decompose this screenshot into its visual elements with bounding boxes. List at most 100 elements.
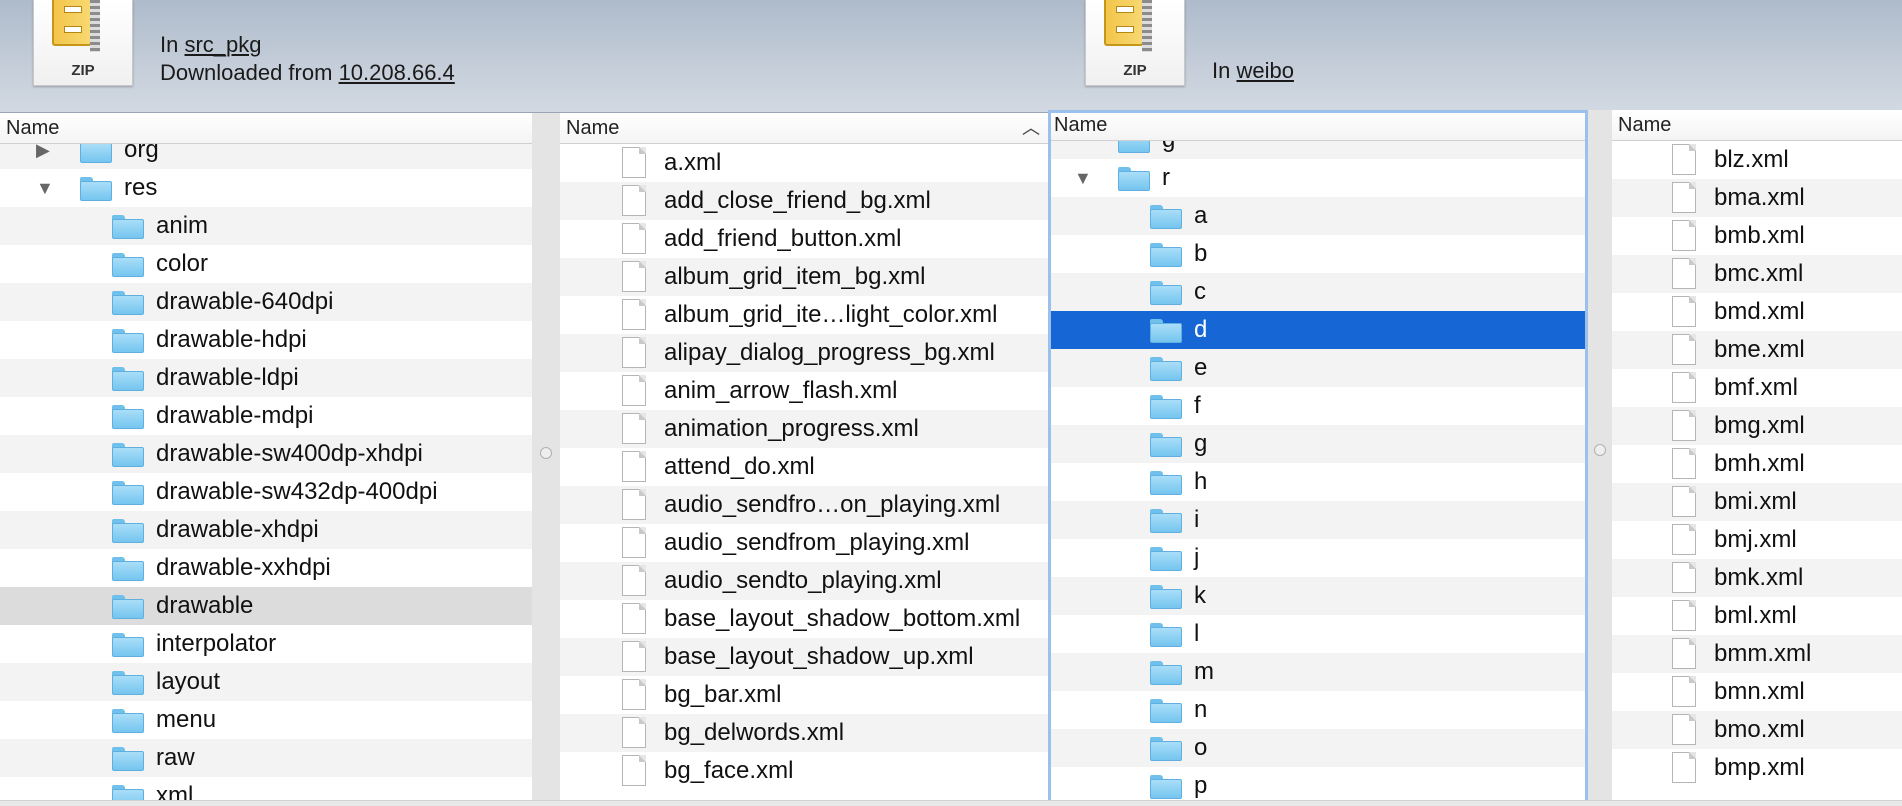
file-row[interactable]: bg_face.xml: [560, 752, 1048, 790]
tree-row-c[interactable]: c: [1048, 273, 1588, 311]
tree-row-m[interactable]: m: [1048, 653, 1588, 691]
tree-row-l[interactable]: l: [1048, 615, 1588, 653]
column-header-name[interactable]: Name: [1612, 110, 1902, 141]
tree-row-g[interactable]: g: [1048, 425, 1588, 463]
tree-row-n[interactable]: n: [1048, 691, 1588, 729]
column-header-name[interactable]: Name: [0, 113, 532, 144]
file-row[interactable]: bme.xml: [1612, 331, 1902, 369]
document-icon: [622, 717, 646, 748]
tree-row-j[interactable]: j: [1048, 539, 1588, 577]
disclosure-triangle-icon[interactable]: ▼: [36, 169, 54, 207]
folder-tree-pane[interactable]: Name ▶ org ▼ res anim color drawable-640dpi dra…: [0, 113, 532, 806]
file-row[interactable]: bmn.xml: [1612, 673, 1902, 711]
file-row[interactable]: bma.xml: [1612, 179, 1902, 217]
tree-row-b[interactable]: b: [1048, 235, 1588, 273]
file-row[interactable]: audio_sendfrom_playing.xml: [560, 524, 1048, 562]
file-row[interactable]: a.xml: [560, 144, 1048, 182]
file-row[interactable]: alipay_dialog_progress_bg.xml: [560, 334, 1048, 372]
file-row[interactable]: bg_bar.xml: [560, 676, 1048, 714]
column-header-name[interactable]: Name ︿: [560, 113, 1048, 144]
file-row[interactable]: bml.xml: [1612, 597, 1902, 635]
file-row[interactable]: audio_sendto_playing.xml: [560, 562, 1048, 600]
tree-row-org[interactable]: ▶ org: [0, 144, 532, 169]
split-divider[interactable]: [532, 113, 560, 806]
tree-row-f[interactable]: f: [1048, 387, 1588, 425]
tree-row-drawable-sw432dp-400dpi[interactable]: drawable-sw432dp-400dpi: [0, 473, 532, 511]
file-row[interactable]: attend_do.xml: [560, 448, 1048, 486]
file-row[interactable]: bmi.xml: [1612, 483, 1902, 521]
file-name: bg_bar.xml: [664, 681, 782, 708]
file-row[interactable]: bmg.xml: [1612, 407, 1902, 445]
tree-row-g[interactable]: g: [1048, 141, 1588, 159]
tree-row-drawable[interactable]: drawable: [0, 587, 532, 625]
file-list-pane[interactable]: Name blz.xml bma.xml bmb.xml bmc.xml bmd.xml…: [1612, 110, 1902, 806]
folder-icon: [112, 747, 144, 771]
file-row[interactable]: add_friend_button.xml: [560, 220, 1048, 258]
tree-row-o[interactable]: o: [1048, 729, 1588, 767]
tree-row-drawable-ldpi[interactable]: drawable-ldpi: [0, 359, 532, 397]
file-row[interactable]: album_grid_item_bg.xml: [560, 258, 1048, 296]
tree-row-d[interactable]: d: [1048, 311, 1588, 349]
tree-row-drawable-xxhdpi[interactable]: drawable-xxhdpi: [0, 549, 532, 587]
file-row[interactable]: bmf.xml: [1612, 369, 1902, 407]
file-row[interactable]: add_close_friend_bg.xml: [560, 182, 1048, 220]
folder-icon: [112, 443, 144, 467]
tree-row-raw[interactable]: raw: [0, 739, 532, 777]
file-row[interactable]: bmk.xml: [1612, 559, 1902, 597]
file-row[interactable]: album_grid_ite…light_color.xml: [560, 296, 1048, 334]
download-source-link[interactable]: 10.208.66.4: [339, 60, 455, 85]
sort-ascending-icon[interactable]: ︿: [1022, 113, 1040, 143]
tree-row-i[interactable]: i: [1048, 501, 1588, 539]
tree-row-drawable-hdpi[interactable]: drawable-hdpi: [0, 321, 532, 359]
file-row[interactable]: bmp.xml: [1612, 749, 1902, 787]
file-row[interactable]: bmb.xml: [1612, 217, 1902, 255]
file-list: a.xml add_close_friend_bg.xml add_friend_b…: [560, 144, 1048, 806]
tree-row-drawable-mdpi[interactable]: drawable-mdpi: [0, 397, 532, 435]
tree-row-drawable-640dpi[interactable]: drawable-640dpi: [0, 283, 532, 321]
tree-row-a[interactable]: a: [1048, 197, 1588, 235]
file-row[interactable]: bmd.xml: [1612, 293, 1902, 331]
file-row[interactable]: anim_arrow_flash.xml: [560, 372, 1048, 410]
tree-row-layout[interactable]: layout: [0, 663, 532, 701]
document-icon: [622, 185, 646, 216]
tree-row-anim[interactable]: anim: [0, 207, 532, 245]
zip-archive-icon: ZIP: [33, 0, 133, 86]
location-link[interactable]: src_pkg: [184, 32, 261, 57]
divider-handle-icon[interactable]: [540, 447, 552, 459]
file-row[interactable]: bmc.xml: [1612, 255, 1902, 293]
file-row[interactable]: base_layout_shadow_up.xml: [560, 638, 1048, 676]
folder-icon: [1118, 141, 1150, 153]
tree-row-label: drawable-640dpi: [156, 288, 334, 315]
location-link[interactable]: weibo: [1236, 58, 1293, 83]
tree-row-interpolator[interactable]: interpolator: [0, 625, 532, 663]
file-row[interactable]: audio_sendfro…on_playing.xml: [560, 486, 1048, 524]
tree-row-e[interactable]: e: [1048, 349, 1588, 387]
file-row[interactable]: bmm.xml: [1612, 635, 1902, 673]
folder-tree-pane[interactable]: Name g▼rabcdefghijklmnop: [1048, 110, 1588, 806]
file-row[interactable]: base_layout_shadow_bottom.xml: [560, 600, 1048, 638]
file-list-pane[interactable]: Name ︿ a.xml add_close_friend_bg.xml add_f…: [560, 113, 1048, 806]
file-row[interactable]: bmj.xml: [1612, 521, 1902, 559]
file-row[interactable]: bg_delwords.xml: [560, 714, 1048, 752]
file-row[interactable]: bmh.xml: [1612, 445, 1902, 483]
column-header-name[interactable]: Name: [1048, 110, 1588, 141]
tree-row-k[interactable]: k: [1048, 577, 1588, 615]
column-header-label: Name: [1054, 114, 1108, 136]
tree-row-res[interactable]: ▼ res: [0, 169, 532, 207]
disclosure-triangle-icon[interactable]: ▶: [36, 144, 50, 169]
folder-icon: [1150, 547, 1182, 571]
divider-handle-icon[interactable]: [1594, 444, 1606, 456]
document-icon: [1672, 448, 1696, 479]
tree-row-menu[interactable]: menu: [0, 701, 532, 739]
split-divider[interactable]: [1588, 110, 1612, 806]
tree-row-drawable-xhdpi[interactable]: drawable-xhdpi: [0, 511, 532, 549]
file-row[interactable]: bmo.xml: [1612, 711, 1902, 749]
tree-row-h[interactable]: h: [1048, 463, 1588, 501]
tree-row-color[interactable]: color: [0, 245, 532, 283]
file-name: bmo.xml: [1714, 716, 1805, 743]
file-row[interactable]: animation_progress.xml: [560, 410, 1048, 448]
file-row[interactable]: blz.xml: [1612, 141, 1902, 179]
tree-row-r[interactable]: ▼ r: [1048, 159, 1588, 197]
disclosure-triangle-icon[interactable]: ▼: [1074, 159, 1092, 197]
tree-row-drawable-sw400dp-xhdpi[interactable]: drawable-sw400dp-xhdpi: [0, 435, 532, 473]
